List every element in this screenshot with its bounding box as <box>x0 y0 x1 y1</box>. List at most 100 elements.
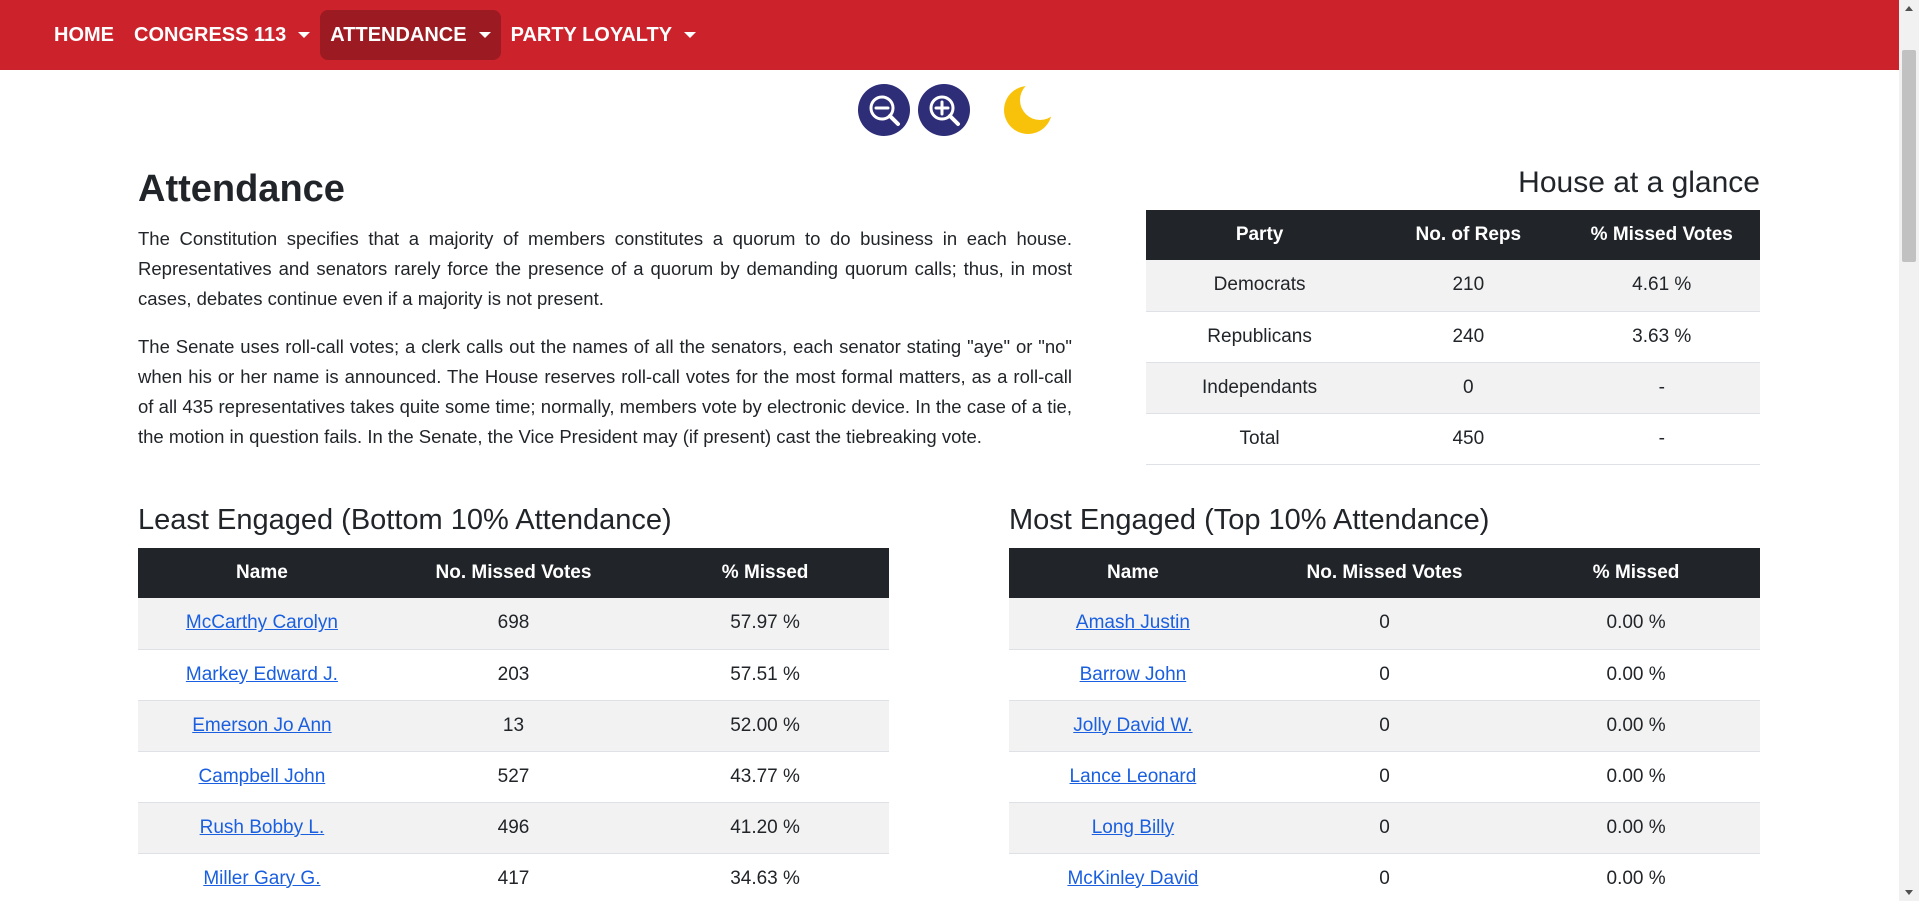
table-row: McCarthy Carolyn 698 57.97 % <box>138 598 889 650</box>
least-engaged-title: Least Engaged (Bottom 10% Attendance) <box>138 504 672 536</box>
scroll-up-icon[interactable] <box>1905 6 1913 11</box>
viewport: HOME CONGRESS 113 ATTENDANCE PARTY LOYAL… <box>0 0 1899 901</box>
name-cell: McKinley David <box>1009 853 1257 901</box>
member-link[interactable]: Long Billy <box>1092 817 1174 838</box>
glance-table: Party No. of Reps % Missed Votes Democra… <box>1146 210 1760 465</box>
missed-pct-cell: 0.00 % <box>1512 853 1760 901</box>
nav-party-loyalty-dropdown[interactable]: PARTY LOYALTY <box>501 10 707 60</box>
member-link[interactable]: McKinley David <box>1067 868 1198 889</box>
most-engaged-title: Most Engaged (Top 10% Attendance) <box>1009 504 1490 536</box>
column-header: Name <box>138 548 386 598</box>
member-link[interactable]: McCarthy Carolyn <box>186 612 338 633</box>
table-row: Independants 0 - <box>1146 362 1760 414</box>
table-row: Campbell John 527 43.77 % <box>138 751 889 803</box>
vertical-scrollbar[interactable] <box>1899 0 1919 901</box>
column-header: No. Missed Votes <box>385 548 642 598</box>
missed-pct-cell: 43.77 % <box>641 751 889 803</box>
missed-pct-cell: 4.61 % <box>1563 260 1760 312</box>
missed-votes-cell: 203 <box>385 649 642 701</box>
theme-toggle-button[interactable] <box>1000 80 1060 140</box>
nav-home[interactable]: HOME <box>44 10 124 60</box>
missed-votes-cell: 698 <box>385 598 642 650</box>
least-engaged-table: Name No. Missed Votes % Missed McCarthy … <box>138 548 889 901</box>
table-row: Markey Edward J. 203 57.51 % <box>138 649 889 701</box>
zoom-out-button[interactable] <box>858 84 910 136</box>
missed-pct-cell: 0.00 % <box>1512 598 1760 650</box>
scrollbar-thumb[interactable] <box>1902 50 1916 262</box>
table-row: Total 450 - <box>1146 413 1760 465</box>
missed-votes-cell: 13 <box>385 700 642 752</box>
missed-votes-cell: 0 <box>1256 751 1513 803</box>
intro-text: The Constitution specifies that a majori… <box>138 224 1072 470</box>
column-header: No. of Reps <box>1373 210 1564 260</box>
nav-congress-dropdown[interactable]: CONGRESS 113 <box>124 10 320 60</box>
missed-pct-cell: 57.51 % <box>641 649 889 701</box>
reps-cell: 240 <box>1373 311 1564 363</box>
name-cell: Miller Gary G. <box>138 853 386 901</box>
missed-votes-cell: 0 <box>1256 802 1513 854</box>
missed-pct-cell: 0.00 % <box>1512 751 1760 803</box>
name-cell: Emerson Jo Ann <box>138 700 386 752</box>
name-cell: Long Billy <box>1009 802 1257 854</box>
table-row: Amash Justin 0 0.00 % <box>1009 598 1760 650</box>
moon-icon <box>1004 86 1052 134</box>
table-row: Lance Leonard 0 0.00 % <box>1009 751 1760 803</box>
member-link[interactable]: Miller Gary G. <box>203 868 320 889</box>
member-link[interactable]: Rush Bobby L. <box>200 817 325 838</box>
table-header-row: Name No. Missed Votes % Missed <box>138 548 889 598</box>
nav-attendance-label: ATTENDANCE <box>330 23 467 46</box>
nav-home-label: HOME <box>54 23 114 46</box>
column-header: % Missed <box>641 548 889 598</box>
column-header: Party <box>1146 210 1374 260</box>
name-cell: Lance Leonard <box>1009 751 1257 803</box>
missed-votes-cell: 527 <box>385 751 642 803</box>
member-link[interactable]: Emerson Jo Ann <box>192 715 331 736</box>
intro-paragraph-1: The Constitution specifies that a majori… <box>138 228 1072 309</box>
table-row: Rush Bobby L. 496 41.20 % <box>138 802 889 854</box>
missed-pct-cell: 0.00 % <box>1512 700 1760 752</box>
missed-pct-cell: - <box>1563 362 1760 414</box>
table-row: Republicans 240 3.63 % <box>1146 311 1760 363</box>
caret-down-icon <box>684 32 697 38</box>
party-cell: Republicans <box>1146 311 1374 363</box>
table-header-row: Party No. of Reps % Missed Votes <box>1146 210 1760 260</box>
navbar: HOME CONGRESS 113 ATTENDANCE PARTY LOYAL… <box>0 0 1899 70</box>
caret-down-icon <box>298 32 311 38</box>
table-row: Jolly David W. 0 0.00 % <box>1009 700 1760 752</box>
name-cell: Jolly David W. <box>1009 700 1257 752</box>
missed-pct-cell: 41.20 % <box>641 802 889 854</box>
column-header: % Missed <box>1512 548 1760 598</box>
missed-votes-cell: 417 <box>385 853 642 901</box>
reps-cell: 210 <box>1373 260 1564 312</box>
party-cell: Independants <box>1146 362 1374 414</box>
scroll-down-icon[interactable] <box>1905 890 1913 895</box>
member-link[interactable]: Markey Edward J. <box>186 664 338 685</box>
name-cell: Barrow John <box>1009 649 1257 701</box>
name-cell: Amash Justin <box>1009 598 1257 650</box>
member-link[interactable]: Lance Leonard <box>1070 766 1197 787</box>
glance-title: House at a glance <box>1518 166 1760 199</box>
most-engaged-table: Name No. Missed Votes % Missed Amash Jus… <box>1009 548 1760 901</box>
zoom-in-button[interactable] <box>918 84 970 136</box>
member-link[interactable]: Campbell John <box>199 766 326 787</box>
missed-pct-cell: 34.63 % <box>641 853 889 901</box>
table-row: McKinley David 0 0.00 % <box>1009 853 1760 901</box>
member-link[interactable]: Amash Justin <box>1076 612 1190 633</box>
view-controls <box>858 84 1060 136</box>
missed-votes-cell: 496 <box>385 802 642 854</box>
table-row: Democrats 210 4.61 % <box>1146 260 1760 312</box>
table-row: Miller Gary G. 417 34.63 % <box>138 853 889 901</box>
missed-votes-cell: 0 <box>1256 700 1513 752</box>
member-link[interactable]: Barrow John <box>1080 664 1187 685</box>
name-cell: Rush Bobby L. <box>138 802 386 854</box>
nav-attendance-dropdown[interactable]: ATTENDANCE <box>320 10 501 60</box>
table-row: Long Billy 0 0.00 % <box>1009 802 1760 854</box>
page-title: Attendance <box>138 168 345 210</box>
intro-paragraph-2: The Senate uses roll-call votes; a clerk… <box>138 336 1072 447</box>
table-row: Barrow John 0 0.00 % <box>1009 649 1760 701</box>
name-cell: Campbell John <box>138 751 386 803</box>
table-row: Emerson Jo Ann 13 52.00 % <box>138 700 889 752</box>
table-header-row: Name No. Missed Votes % Missed <box>1009 548 1760 598</box>
zoom-out-icon <box>869 95 900 126</box>
member-link[interactable]: Jolly David W. <box>1073 715 1192 736</box>
